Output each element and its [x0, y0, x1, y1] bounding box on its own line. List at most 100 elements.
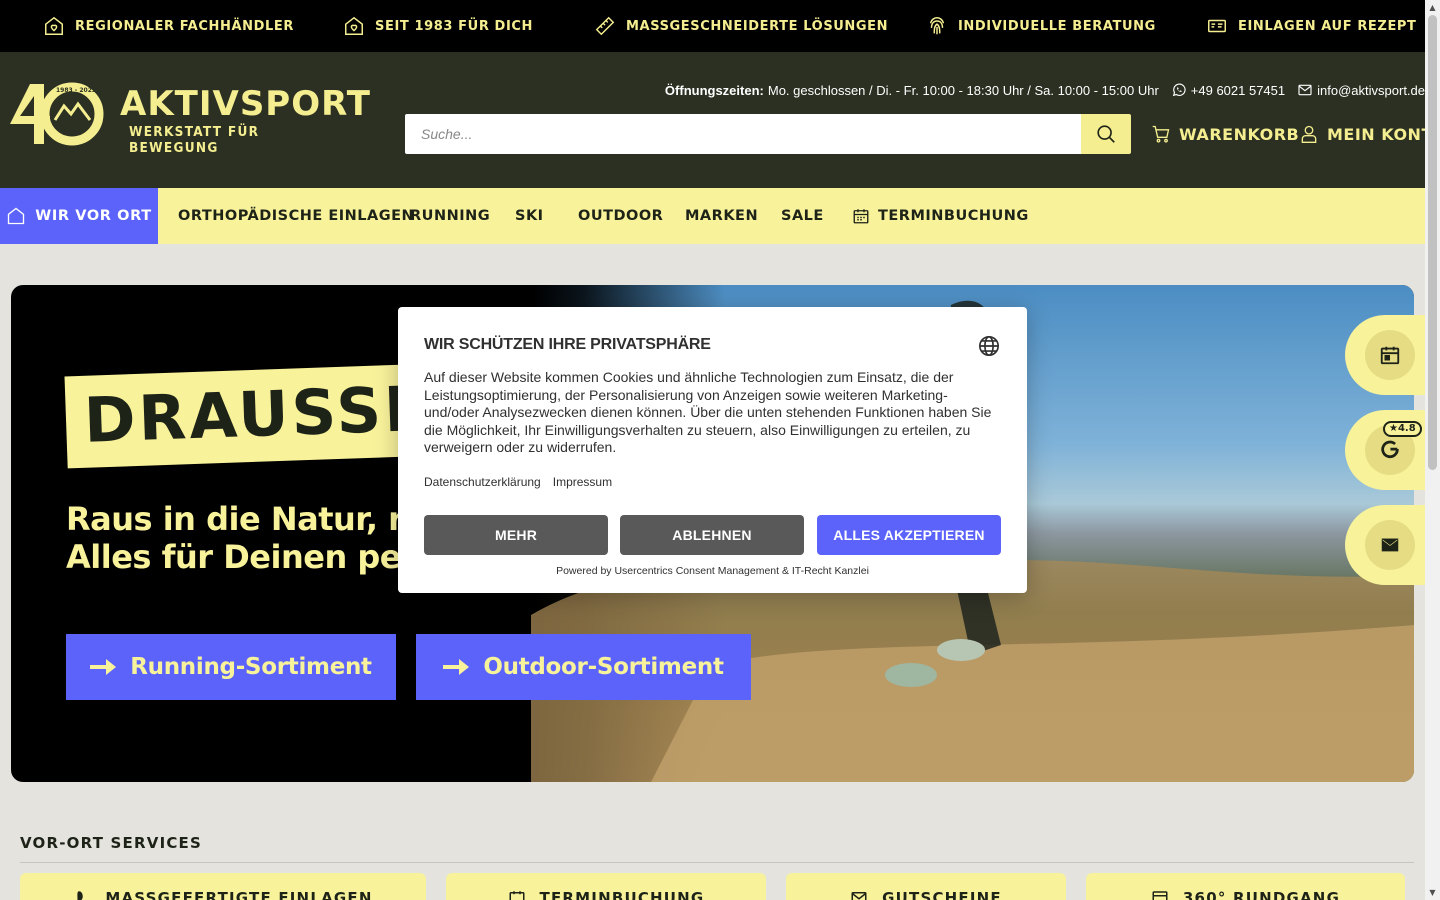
browser-icon: [1152, 891, 1168, 900]
rating-badge: ★4.8: [1383, 421, 1422, 437]
outdoor-sortiment-button[interactable]: Outdoor-Sortiment: [416, 634, 751, 700]
cart-icon: [1152, 125, 1170, 143]
nav-label: Marken: [685, 208, 759, 224]
service-card-einlagen[interactable]: Massgefertigte Einlagen: [20, 873, 426, 900]
mail-icon: [1298, 84, 1312, 96]
hero-tag: DRAUSSEN: [64, 363, 438, 469]
search-bar: [405, 114, 1131, 154]
service-label: Gutscheine: [882, 889, 1002, 900]
appointment-widget[interactable]: [1345, 315, 1425, 395]
search-input[interactable]: [405, 114, 1081, 154]
service-label: Terminbuchung: [539, 889, 705, 900]
imprint-link[interactable]: Impressum: [553, 475, 612, 489]
nav-label: Orthopädische Einlagen: [178, 208, 415, 224]
usp-item-prescription: Einlagen auf Rezept: [1206, 0, 1417, 52]
nav-item-terminbuchung[interactable]: Terminbuchung: [852, 188, 1029, 244]
calendar-icon: [853, 209, 869, 224]
logo-name: AKTIVSPORT: [120, 84, 371, 124]
email-link[interactable]: info@aktivsport.de: [1297, 82, 1425, 98]
scroll-down-arrow[interactable]: ▼: [1428, 888, 1437, 897]
service-card-rundgang[interactable]: 360° Rundgang: [1086, 873, 1405, 900]
running-sortiment-button[interactable]: Running-Sortiment: [66, 634, 396, 700]
phone-number: +49 6021 57451: [1190, 82, 1286, 98]
nav-item-sale[interactable]: Sale: [781, 188, 824, 244]
phone-link[interactable]: +49 6021 57451: [1171, 82, 1285, 98]
cart-label: Warenkorb: [1179, 124, 1300, 144]
home-heart-icon: [345, 16, 363, 35]
opening-hours: Öffnungszeiten: Mo. geschlossen / Di. - …: [665, 83, 1159, 98]
usp-item-custom: Maßgeschneiderte Lösungen: [594, 0, 888, 52]
nav-label: Ski: [515, 208, 544, 224]
services-title: VOR-ORT SERVICES: [20, 834, 203, 852]
nav-item-ski[interactable]: Ski: [515, 188, 544, 244]
usp-label: Seit 1983 für Dich: [375, 18, 534, 34]
usp-label: Individuelle Beratung: [958, 18, 1156, 34]
fingerprint-icon: [929, 17, 945, 35]
arrow-right-icon: [90, 659, 117, 675]
contact-widget-circle: [1365, 520, 1415, 570]
nav-item-einlagen[interactable]: Orthopädische Einlagen: [178, 188, 414, 244]
appointment-widget-circle: [1365, 330, 1415, 380]
site-header: 1983 - 2023 AKTIVSPORT WERKSTATT FÜR BEW…: [0, 52, 1440, 188]
opening-hours-label: Öffnungszeiten:: [664, 82, 764, 98]
logo-40-years-icon: 1983 - 2023: [10, 82, 104, 146]
privacy-policy-link[interactable]: Datenschutzerklärung: [424, 475, 541, 489]
usp-label: Einlagen auf Rezept: [1238, 18, 1417, 34]
contact-info: Öffnungszeiten: Mo. geschlossen / Di. - …: [665, 80, 1425, 100]
search-icon: [1097, 125, 1115, 143]
contact-widget[interactable]: [1345, 505, 1425, 585]
nav-item-outdoor[interactable]: Outdoor: [578, 188, 663, 244]
service-card-terminbuchung[interactable]: Terminbuchung: [446, 873, 766, 900]
globe-language-icon[interactable]: [978, 335, 1000, 357]
consent-powered-by: Powered by Usercentrics Consent Manageme…: [556, 565, 869, 577]
calendar-icon: [509, 891, 525, 900]
card-icon: [1208, 19, 1226, 33]
calendar-icon: [1380, 346, 1400, 365]
nav-item-marken[interactable]: Marken: [685, 188, 758, 244]
opening-hours-value: Mo. geschlossen / Di. - Fr. 10:00 - 18:3…: [767, 82, 1159, 98]
decline-button[interactable]: ABLEHNEN: [620, 515, 804, 555]
scroll-up-arrow[interactable]: ▲: [1428, 3, 1437, 12]
nav-label: WIR VOR ORT: [35, 208, 152, 224]
consent-title: WIR SCHÜTZEN IHRE PRIVATSPHÄRE: [424, 336, 711, 353]
service-label: Massgefertigte Einlagen: [105, 889, 373, 900]
logo-tagline: WERKSTATT FÜR BEWEGUNG: [129, 124, 260, 156]
envelope-icon: [1381, 538, 1399, 552]
nav-item-wir-vor-ort[interactable]: WIR VOR ORT: [0, 188, 158, 244]
nav-item-running[interactable]: Running: [410, 188, 490, 244]
usp-bar: Regionaler Fachhändler Seit 1983 für Dic…: [0, 0, 1425, 52]
account-label: Mein Konto: [1327, 124, 1440, 144]
divider: [20, 862, 1414, 863]
envelope-icon: [851, 892, 867, 900]
service-label: 360° Rundgang: [1182, 889, 1341, 900]
whatsapp-icon: [1172, 83, 1186, 97]
nav-label: Running: [410, 208, 491, 224]
accept-all-button[interactable]: ALLES AKZEPTIEREN: [817, 515, 1001, 555]
arrow-right-icon: [443, 659, 470, 675]
consent-links: Datenschutzerklärung Impressum: [424, 475, 612, 489]
button-label: Running-Sortiment: [130, 654, 372, 680]
home-heart-icon: [45, 16, 63, 35]
nav-label: Sale: [781, 208, 824, 224]
account-link[interactable]: Mein Konto: [1299, 120, 1440, 148]
consent-text: Auf dieser Website kommen Cookies und äh…: [424, 369, 992, 455]
google-icon: [1381, 440, 1399, 459]
nav-label: Terminbuchung: [878, 208, 1029, 224]
usp-item-since: Seit 1983 für Dich: [343, 0, 533, 52]
more-button[interactable]: MEHR: [424, 515, 608, 555]
usp-item-advice: Individuelle Beratung: [926, 0, 1156, 52]
search-button[interactable]: [1081, 114, 1131, 154]
email-address: info@aktivsport.de: [1317, 82, 1425, 98]
google-reviews-widget[interactable]: ★4.8: [1345, 410, 1425, 490]
button-label: Outdoor-Sortiment: [483, 654, 724, 680]
user-icon: [1301, 125, 1317, 143]
cookie-consent-dialog: WIR SCHÜTZEN IHRE PRIVATSPHÄRE Auf diese…: [398, 307, 1027, 593]
scroll-thumb[interactable]: [1428, 15, 1437, 470]
service-card-gutscheine[interactable]: Gutscheine: [786, 873, 1066, 900]
page-scrollbar[interactable]: ▲ ▼: [1425, 0, 1440, 900]
svg-text:1983 - 2023: 1983 - 2023: [56, 87, 96, 94]
hero-headline: DRAUSSEN: [82, 369, 438, 457]
logo[interactable]: 1983 - 2023 AKTIVSPORT WERKSTATT FÜR BEW…: [8, 80, 370, 156]
nav-label: Outdoor: [578, 208, 664, 224]
cart-link[interactable]: Warenkorb: [1151, 120, 1299, 148]
